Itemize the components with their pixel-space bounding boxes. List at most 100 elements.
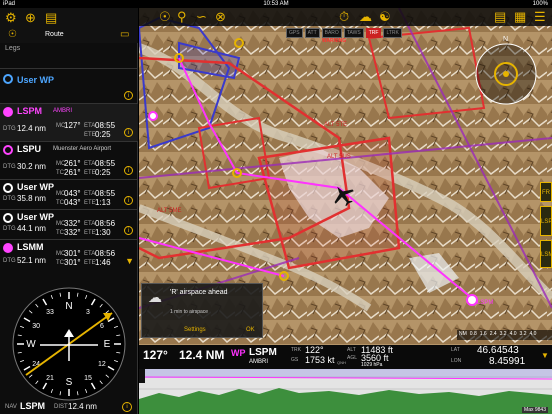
dist-label: DIST	[54, 404, 68, 410]
ete-label: ETE	[84, 170, 96, 176]
tc-label: TC	[56, 170, 64, 176]
cloud-icon: ☁	[148, 289, 162, 305]
hsi-compass: N36E1215S2124W3033	[12, 287, 126, 401]
airport-label: LSPM	[477, 300, 493, 306]
info-icon[interactable]: i	[124, 196, 133, 205]
tab-lsmm[interactable]: LSMM	[540, 240, 552, 268]
info-icon[interactable]: i	[124, 128, 133, 137]
close-circle-icon[interactable]: ⊗	[215, 10, 226, 23]
stopwatch-icon[interactable]: ⏱	[339, 10, 349, 23]
leg-lspu[interactable]: LSPU Muenster Aero Airport DTG 30.2 nm M…	[0, 141, 138, 179]
info-icon[interactable]: i	[124, 91, 133, 100]
airport-icon[interactable]	[148, 111, 158, 121]
lock-icon[interactable]: ☉	[159, 10, 171, 23]
lat-value: 46.64543	[477, 345, 519, 356]
leg-mc: 043°	[64, 189, 81, 198]
info-icon[interactable]: i	[124, 166, 133, 175]
hsi-label: 3	[86, 309, 90, 316]
tab-gps[interactable]: GPS	[286, 28, 303, 38]
hsi-label: E	[104, 339, 111, 350]
scale-tick: 4.0	[529, 331, 537, 337]
destination-airport-icon[interactable]	[466, 294, 478, 306]
leg-lspm[interactable]: LSPM AMBRI DTG 12.4 nm MC 127° ETA 08:55…	[0, 103, 138, 141]
terrain-profile[interactable]: Max 9843	[138, 369, 552, 414]
leg-lsmm[interactable]: LSMM DTG 52.1 nm MC 301° TC 301° ETA 08:…	[0, 239, 138, 271]
leg-user-wp-2[interactable]: User WP DTG 44.1 nm MC 332° TC 332° ETA …	[0, 209, 138, 239]
leg-tc: 332°	[64, 228, 81, 237]
leg-eta: 08:55	[95, 189, 116, 198]
grid-icon[interactable]: ▦	[514, 10, 526, 23]
airspace-label: ALT 5TE	[324, 122, 347, 128]
eta-label: ETA	[84, 123, 96, 129]
scale-tick: 0.8	[469, 331, 477, 337]
cloud-sun-icon[interactable]: ☁	[359, 10, 372, 23]
document-icon[interactable]: ▤	[494, 10, 506, 23]
dtg-label: DTG	[3, 126, 16, 132]
nav-dist: 12.4 nm	[68, 402, 97, 411]
scale-tick: 2.4	[489, 331, 497, 337]
lock-icon[interactable]: ☉	[8, 28, 17, 41]
leg-user-wp-1[interactable]: User WP DTG 35.8 nm MC 043° TC 043° ETA …	[0, 179, 138, 209]
tab-taws[interactable]: TAWS	[343, 28, 364, 38]
waypoint-name: LSPM	[249, 347, 277, 358]
battery-label: 100%	[532, 1, 548, 7]
leg-name: User WP	[17, 182, 55, 192]
leg-user-wp-start[interactable]: User WP i	[0, 68, 138, 103]
hsi-label: S	[66, 377, 73, 388]
leg-ete: 1:30	[95, 228, 111, 237]
ok-button[interactable]: OK	[246, 327, 255, 333]
tab-trf[interactable]: TRF	[365, 28, 382, 38]
speedometer-icon[interactable]: ☯	[379, 10, 391, 23]
leg-name: LSPU	[17, 144, 42, 154]
dtg-label: DTG	[3, 226, 16, 232]
data-bar: 127° 12.4 NM WP LSPM AMBRI TRK 122° GS 1…	[139, 345, 552, 369]
airport-icon	[3, 107, 13, 117]
ete-label: ETE	[84, 132, 96, 138]
leg-sub: Muenster Aero Airport	[53, 146, 112, 152]
scale-tick: 4.0	[509, 331, 517, 337]
compass-icon[interactable]: ⊕	[25, 11, 36, 24]
leg-name: User WP	[17, 212, 55, 222]
settings-button[interactable]: Settings	[184, 327, 206, 333]
chevron-down-icon[interactable]: ▼	[125, 256, 134, 266]
leg-name: LSMM	[17, 242, 44, 252]
route-icon[interactable]: ∽	[196, 10, 207, 23]
dtg-label: DTG	[3, 196, 16, 202]
airspace-alert-popup: ☁ 'R' airspace ahead 1 min to airspace S…	[141, 283, 263, 338]
info-icon[interactable]: i	[122, 402, 132, 412]
hsi-label: N	[65, 301, 72, 312]
leg-eta: 08:55	[95, 159, 116, 168]
profile-canvas	[138, 369, 552, 414]
leg-dtg: 35.8 nm	[17, 194, 46, 203]
hsi-label: 30	[32, 323, 40, 330]
eta-label: ETA	[84, 221, 96, 227]
tab-baro[interactable]: BARO	[321, 28, 342, 38]
alt-label: ALT	[347, 347, 356, 353]
tab-lspg[interactable]: LSPG	[540, 206, 552, 236]
clipboard-icon[interactable]: ▭	[120, 28, 129, 41]
tab-att[interactable]: ATT	[304, 28, 320, 38]
tab-ltrk[interactable]: LTRK	[383, 28, 402, 38]
map-icon[interactable]: ▤	[45, 11, 57, 24]
ete-label: ETE	[84, 230, 96, 236]
lon-label: LON	[451, 358, 462, 364]
hsi-label: 6	[100, 323, 104, 330]
route-panel-header: ⚙ ⊕ ▤ ☉ Route ▭	[0, 8, 138, 43]
leg-dtg: 12.4 nm	[17, 124, 46, 133]
menu-icon[interactable]: ☰	[534, 10, 546, 23]
leg-ete: 0:25	[95, 130, 111, 139]
map-marker-icon[interactable]: ⚲	[177, 10, 187, 23]
leg-tc: 301°	[64, 258, 81, 267]
tc-label: TC	[56, 200, 64, 206]
tab-fr[interactable]: FR	[540, 182, 552, 202]
scale-tick: 1.6	[479, 331, 487, 337]
gs-label: GS	[291, 357, 299, 363]
settings-icon[interactable]: ⚙	[5, 11, 17, 24]
chevron-down-icon[interactable]: ▼	[541, 351, 549, 360]
leg-mc: 332°	[64, 219, 81, 228]
waypoint-icon	[3, 213, 13, 223]
ete-label: ETE	[84, 260, 96, 266]
info-icon[interactable]: i	[124, 226, 133, 235]
leg-name: User WP	[17, 75, 55, 85]
eta-label: ETA	[84, 191, 96, 197]
